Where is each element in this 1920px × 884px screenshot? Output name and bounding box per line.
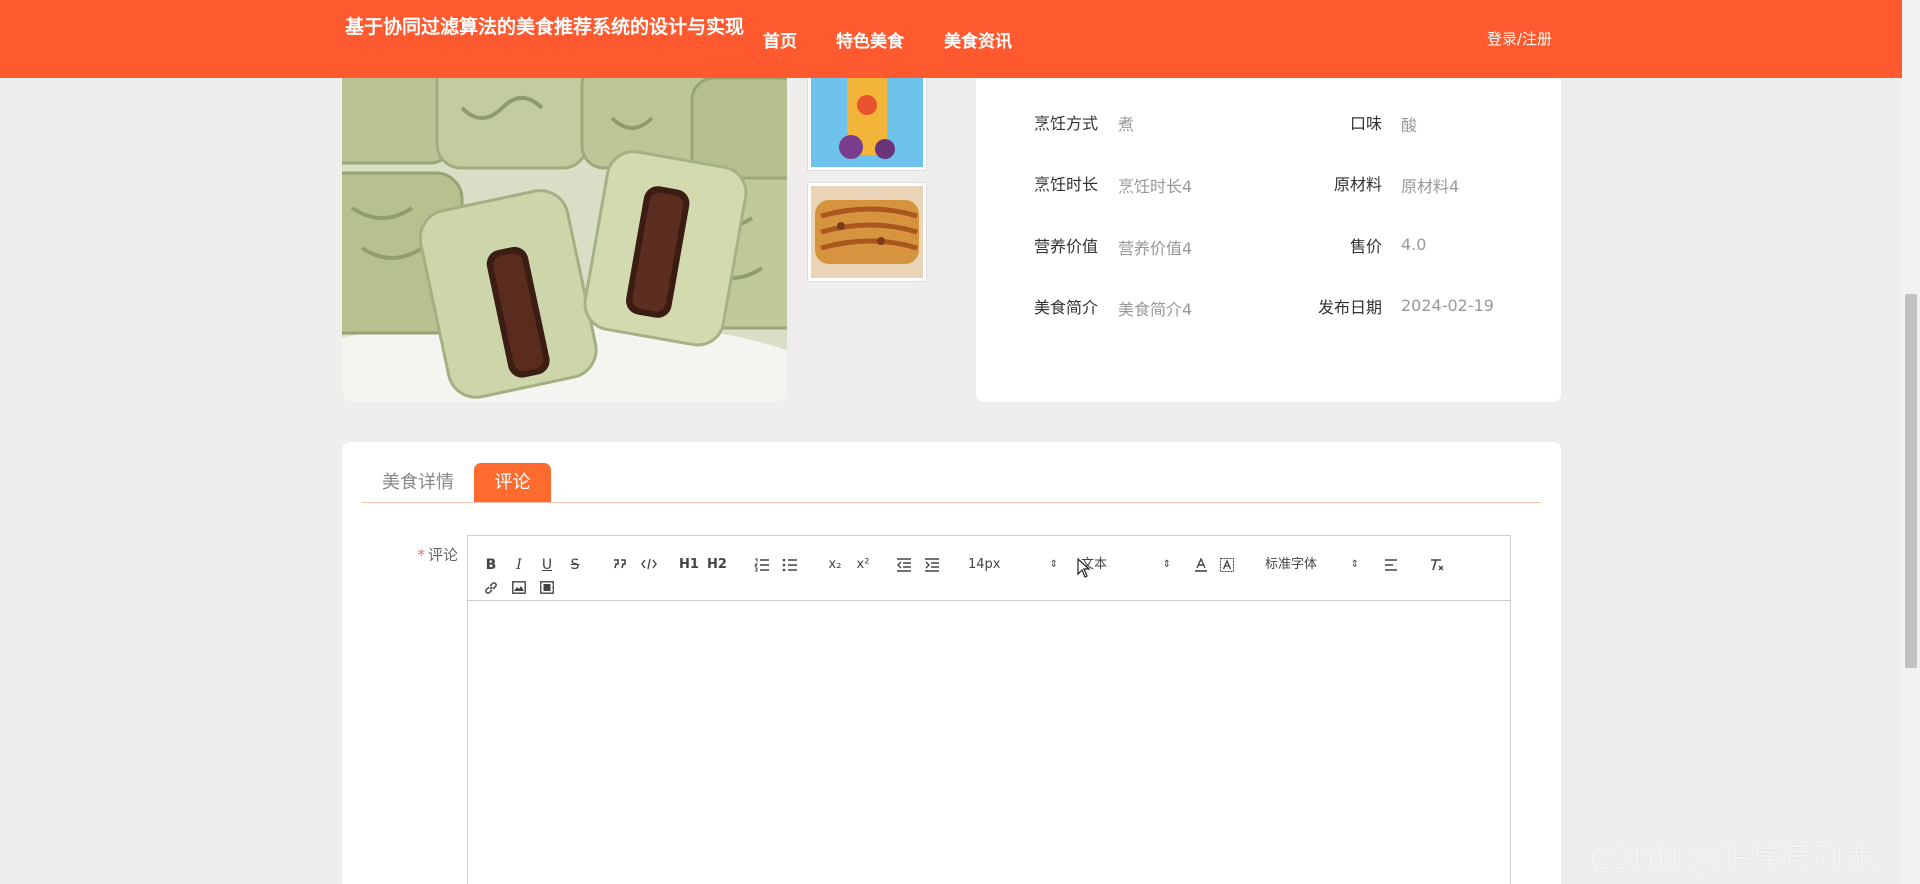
blockquote-icon[interactable] bbox=[609, 555, 631, 575]
value-cooking-method: 煮 bbox=[1118, 115, 1135, 134]
image-icon[interactable] bbox=[508, 578, 530, 598]
tab-divider bbox=[362, 502, 1541, 503]
header-picker[interactable]: 文本 ⇕ bbox=[1081, 555, 1171, 575]
value-publish-date: 2024-02-19 bbox=[1401, 296, 1494, 315]
superscript-button[interactable]: x² bbox=[852, 555, 874, 575]
label-cooking-method: 烹饪方式 bbox=[1033, 114, 1098, 133]
label-taste: 口味 bbox=[1349, 114, 1382, 133]
tab-comment[interactable]: 评论 bbox=[474, 463, 551, 503]
align-icon[interactable] bbox=[1381, 555, 1403, 575]
label-publish-date: 发布日期 bbox=[1317, 298, 1382, 317]
value-intro: 美食简介4 bbox=[1118, 300, 1193, 319]
h2-button[interactable]: H2 bbox=[706, 555, 728, 575]
label-nutrition: 营养价值 bbox=[1033, 237, 1098, 256]
value-ingredients: 原材料4 bbox=[1401, 177, 1460, 196]
outdent-icon[interactable] bbox=[893, 555, 915, 575]
value-cooking-time: 烹饪时长4 bbox=[1118, 177, 1193, 196]
nav-food-news[interactable]: 美食资讯 bbox=[944, 27, 1012, 52]
comment-editor: B I U S H1 H2 x₂ x² 14px ⇕ 文本 ⇕ 标准字体 ⇕ bbox=[467, 535, 1511, 884]
top-header: 基于协同过滤算法的美食推荐系统的设计与实现 首页 特色美食 美食资讯 登录/注册 bbox=[0, 0, 1902, 78]
background-color-icon[interactable] bbox=[1216, 555, 1238, 575]
login-register-link[interactable]: 登录/注册 bbox=[1487, 28, 1552, 49]
font-family-arrows-icon: ⇕ bbox=[1350, 559, 1359, 570]
font-family-picker[interactable]: 标准字体 ⇕ bbox=[1265, 555, 1359, 575]
label-price: 售价 bbox=[1349, 237, 1382, 256]
nav-featured-food[interactable]: 特色美食 bbox=[836, 27, 904, 52]
nav-home[interactable]: 首页 bbox=[763, 27, 797, 52]
value-price: 4.0 bbox=[1401, 235, 1427, 254]
subscript-button[interactable]: x₂ bbox=[824, 555, 846, 575]
strike-button[interactable]: S bbox=[564, 555, 586, 575]
comment-label: * 评论 bbox=[400, 544, 458, 565]
csdn-watermark: CSDN @程序员阿龙 bbox=[1590, 842, 1877, 877]
label-cooking-time: 烹饪时长 bbox=[1033, 175, 1098, 194]
bullet-list-icon[interactable] bbox=[779, 555, 801, 575]
indent-icon[interactable] bbox=[921, 555, 943, 575]
underline-button[interactable]: U bbox=[536, 555, 558, 575]
food-main-image bbox=[342, 78, 787, 402]
scrollbar-thumb[interactable] bbox=[1905, 294, 1917, 668]
link-icon[interactable] bbox=[480, 578, 502, 598]
comment-edit-area[interactable] bbox=[468, 601, 1510, 884]
value-nutrition: 营养价值4 bbox=[1118, 239, 1193, 258]
video-icon[interactable] bbox=[536, 578, 558, 598]
label-ingredients: 原材料 bbox=[1333, 175, 1382, 194]
required-mark: * bbox=[417, 546, 425, 564]
ordered-list-icon[interactable] bbox=[751, 555, 773, 575]
italic-button[interactable]: I bbox=[508, 555, 530, 575]
code-block-icon[interactable] bbox=[638, 555, 660, 575]
value-taste: 酸 bbox=[1401, 116, 1418, 135]
text-color-icon[interactable] bbox=[1190, 555, 1212, 575]
clear-format-icon[interactable] bbox=[1426, 555, 1448, 575]
thumbnail-drink[interactable] bbox=[808, 72, 926, 170]
font-size-picker[interactable]: 14px ⇕ bbox=[968, 555, 1058, 575]
page-scrollbar[interactable] bbox=[1902, 0, 1920, 884]
header-picker-arrows-icon: ⇕ bbox=[1162, 559, 1171, 570]
bold-button[interactable]: B bbox=[480, 555, 502, 575]
editor-toolbar: B I U S H1 H2 x₂ x² 14px ⇕ 文本 ⇕ 标准字体 ⇕ bbox=[468, 536, 1510, 601]
site-title[interactable]: 基于协同过滤算法的美食推荐系统的设计与实现 bbox=[338, 12, 744, 42]
font-size-arrows-icon: ⇕ bbox=[1049, 559, 1058, 570]
mouse-cursor-icon bbox=[1077, 557, 1091, 582]
font-size-value: 14px bbox=[968, 557, 1001, 572]
h1-button[interactable]: H1 bbox=[678, 555, 700, 575]
thumbnail-pancake[interactable] bbox=[808, 183, 926, 281]
font-family-value: 标准字体 bbox=[1265, 557, 1318, 572]
label-intro: 美食简介 bbox=[1033, 298, 1098, 317]
tab-food-detail[interactable]: 美食详情 bbox=[370, 463, 466, 503]
comment-label-text: 评论 bbox=[427, 546, 458, 564]
